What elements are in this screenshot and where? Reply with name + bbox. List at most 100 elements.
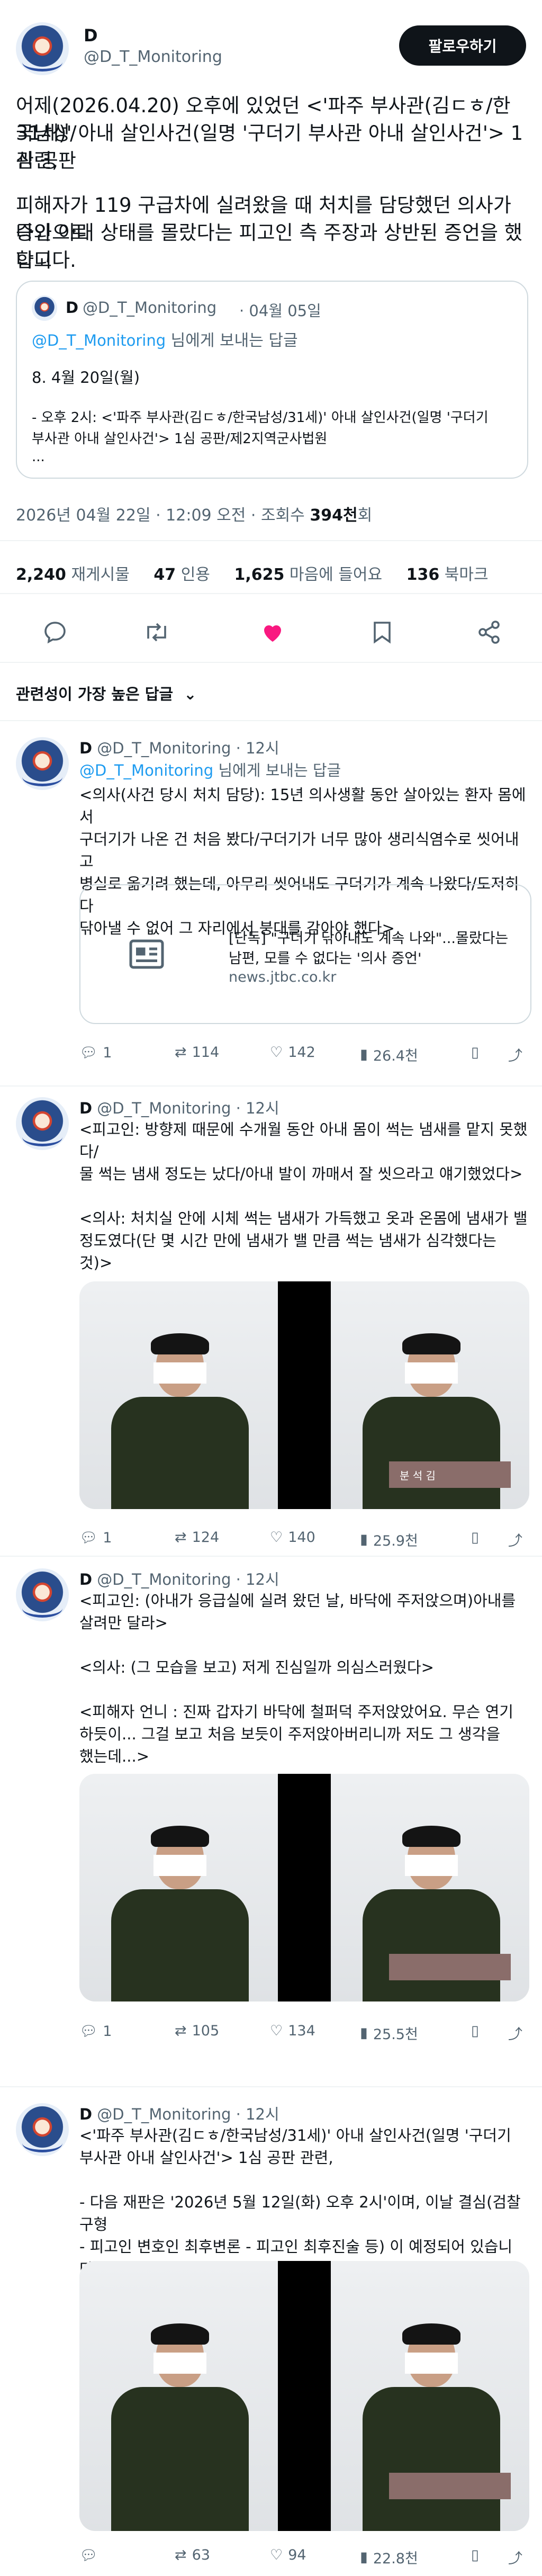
quoted-tweet[interactable]: D @D_T_Monitoring · 04월 05일 @D_T_Monitor… bbox=[16, 281, 528, 479]
reply-reply-button[interactable]: 💬︎ 1 bbox=[79, 1529, 112, 1547]
like-label: 마음에 들어요 bbox=[289, 566, 383, 584]
retweet-stat[interactable]: 2,240 재게시물 bbox=[16, 566, 130, 584]
reply-sort-dropdown[interactable]: 관련성이 가장 높은 답글 ⌄ bbox=[16, 682, 197, 704]
heart-icon: ♡ bbox=[270, 1529, 283, 1546]
heart-icon[interactable] bbox=[259, 620, 286, 645]
reply-time[interactable]: · 12시 bbox=[236, 1099, 279, 1117]
like-count: 142 bbox=[288, 1044, 315, 1061]
reply-to-handle[interactable]: @D_T_Monitoring bbox=[79, 761, 213, 779]
bookmark-icon[interactable]: ▯ bbox=[471, 1044, 479, 1061]
like-stat[interactable]: 1,625 마음에 들어요 bbox=[234, 566, 382, 584]
reply-icon: 💬︎ bbox=[79, 2547, 98, 2564]
reply-avatar[interactable] bbox=[16, 1097, 69, 1150]
main-author-handle[interactable]: @D_T_Monitoring bbox=[84, 48, 222, 66]
reply-like-button[interactable]: ♡ 140 bbox=[270, 1529, 315, 1546]
reply-views-button[interactable]: ▮ 25.9천 bbox=[360, 1529, 418, 1550]
reply-author-name[interactable]: D bbox=[79, 1099, 92, 1117]
quote-reply-suffix: 님에게 보내는 답글 bbox=[166, 331, 298, 350]
card-title-2: 남편, 모를 수 없다는 '의사 증언' bbox=[229, 950, 422, 967]
attached-photo[interactable] bbox=[79, 2261, 529, 2531]
share-icon[interactable]: ⤴ bbox=[508, 2023, 522, 2043]
reply-time[interactable]: · 12시 bbox=[236, 2105, 279, 2123]
divider bbox=[0, 720, 542, 721]
reply-like-button[interactable]: ♡ 134 bbox=[270, 2023, 315, 2039]
reply-avatar[interactable] bbox=[16, 2103, 69, 2156]
reply-time[interactable]: · 12시 bbox=[236, 739, 279, 757]
reply-retweet-button[interactable]: ⇄ 114 bbox=[175, 1044, 219, 1061]
reply-reply-button[interactable]: 💬︎ 1 bbox=[79, 1044, 112, 1062]
bookmark-icon[interactable]: ▯ bbox=[471, 1529, 479, 1546]
divider bbox=[0, 2086, 542, 2087]
views-count: 394천 bbox=[310, 506, 358, 525]
reply-like-button[interactable]: ♡ 142 bbox=[270, 1044, 315, 1061]
reply-author-name[interactable]: D bbox=[79, 1570, 92, 1588]
reply-author-handle[interactable]: @D_T_Monitoring bbox=[97, 2105, 231, 2123]
reply-tweet[interactable]: D @D_T_Monitoring · 12시 <'파주 부사관(김ㄷㅎ/한국남… bbox=[0, 2097, 542, 2573]
attached-photo[interactable] bbox=[79, 1774, 529, 2001]
reply-reply-button[interactable]: 💬︎ 1 bbox=[79, 2023, 112, 2040]
reply-header: D @D_T_Monitoring · 12시 bbox=[79, 736, 279, 758]
reply-author-handle[interactable]: @D_T_Monitoring bbox=[97, 739, 231, 757]
divider bbox=[0, 593, 542, 594]
quote-stat[interactable]: 47 인용 bbox=[153, 566, 210, 584]
reply-retweet-button[interactable]: ⇄ 124 bbox=[175, 1529, 219, 1546]
reply-author-name[interactable]: D bbox=[79, 739, 92, 757]
photo-left bbox=[79, 1774, 278, 2001]
link-card[interactable]: [단독] "구더기 닦아내도 계속 나와"...몰랐다는 남편, 모를 수 없다… bbox=[79, 884, 531, 1024]
share-icon[interactable] bbox=[476, 620, 502, 645]
retweet-icon: ⇄ bbox=[175, 1044, 187, 1061]
reply-tweet[interactable]: D @D_T_Monitoring · 12시 <피고인: (아내가 응급실에 … bbox=[0, 1562, 542, 2102]
reply-views-button[interactable]: ▮ 22.8천 bbox=[360, 2547, 418, 2568]
chart-icon: ▮ bbox=[360, 1046, 368, 1063]
heart-icon: ♡ bbox=[270, 1044, 283, 1061]
views-count: 25.9천 bbox=[373, 1533, 418, 1549]
quote-line: 부사관 아내 살인사건'> 1심 공판/제2지역군사법원 bbox=[32, 431, 328, 447]
share-icon[interactable]: ⤴ bbox=[508, 2547, 522, 2568]
reply-text: <피고인: (아내가 응급실에 실려 왔던 날, 바닥에 주저앉으며)아내를 살… bbox=[79, 1592, 516, 1765]
reply-tweet[interactable]: D @D_T_Monitoring · 12시 @D_T_Monitoring … bbox=[0, 731, 542, 1080]
quote-line: - 오후 2시: <'파주 부사관(김ㄷㅎ/한국남성/31세)' 아내 살인사건… bbox=[32, 410, 489, 426]
retweet-icon[interactable] bbox=[143, 620, 170, 645]
heart-icon: ♡ bbox=[270, 2547, 283, 2563]
bookmark-icon[interactable]: ▯ bbox=[471, 2547, 479, 2563]
reply-context: @D_T_Monitoring 님에게 보내는 답글 bbox=[79, 758, 341, 780]
retweet-count: 124 bbox=[192, 1529, 220, 1546]
timestamp-text[interactable]: 2026년 04월 22일 · 12:09 오전 · 조회수 bbox=[16, 506, 305, 525]
retweet-label: 재게시물 bbox=[71, 566, 130, 584]
follow-button[interactable]: 팔로우하기 bbox=[399, 25, 526, 66]
main-author-name[interactable]: D bbox=[84, 25, 98, 46]
main-avatar[interactable] bbox=[16, 22, 69, 75]
sort-label: 관련성이 가장 높은 답글 bbox=[16, 685, 174, 703]
attached-photo[interactable]: 분 석 김 bbox=[79, 1281, 529, 1509]
divider bbox=[0, 1556, 542, 1557]
quote-count: 47 bbox=[153, 566, 176, 584]
quote-date: · 04월 05일 bbox=[239, 302, 321, 320]
nameplate bbox=[389, 1954, 511, 1980]
reply-author-handle[interactable]: @D_T_Monitoring bbox=[97, 1099, 231, 1117]
reply-avatar[interactable] bbox=[16, 737, 69, 790]
reply-time[interactable]: · 12시 bbox=[236, 1570, 279, 1588]
reply-retweet-button[interactable]: ⇄ 105 bbox=[175, 2023, 219, 2039]
reply-author-handle[interactable]: @D_T_Monitoring bbox=[97, 1570, 231, 1588]
reply-actions: 💬︎ 1 ⇄ 105 ♡ 134 ▮ 25.5천 ▯ ⤴ bbox=[79, 2023, 529, 2049]
main-text-line: 합니다. bbox=[16, 249, 76, 272]
reply-reply-button[interactable]: 💬︎ bbox=[79, 2547, 103, 2564]
quote-reply-handle[interactable]: @D_T_Monitoring bbox=[32, 331, 166, 349]
reply-views-button[interactable]: ▮ 25.5천 bbox=[360, 2023, 418, 2043]
bookmark-stat[interactable]: 136 북마크 bbox=[406, 566, 489, 584]
reply-actions: 💬︎ 1 ⇄ 114 ♡ 142 ▮ 26.4천 ▯ ⤴ bbox=[79, 1044, 529, 1071]
reply-avatar[interactable] bbox=[16, 1568, 69, 1621]
retweet-count: 114 bbox=[192, 1044, 220, 1061]
bookmark-icon[interactable] bbox=[371, 620, 394, 645]
reply-views-button[interactable]: ▮ 26.4천 bbox=[360, 1044, 418, 1065]
reply-header: D @D_T_Monitoring · 12시 bbox=[79, 1096, 279, 1118]
reply-icon[interactable] bbox=[42, 620, 68, 645]
bookmark-icon[interactable]: ▯ bbox=[471, 2023, 479, 2039]
share-icon[interactable]: ⤴ bbox=[508, 1529, 522, 1550]
share-icon[interactable]: ⤴ bbox=[508, 1044, 522, 1065]
reply-like-button[interactable]: ♡ 94 bbox=[270, 2547, 306, 2563]
reply-tweet[interactable]: D @D_T_Monitoring · 12시 <피고인: 방향제 때문에 수개… bbox=[0, 1091, 542, 1567]
reply-icon: 💬︎ bbox=[79, 1045, 98, 1061]
reply-author-name[interactable]: D bbox=[79, 2105, 92, 2123]
reply-retweet-button[interactable]: ⇄ 63 bbox=[175, 2547, 210, 2563]
